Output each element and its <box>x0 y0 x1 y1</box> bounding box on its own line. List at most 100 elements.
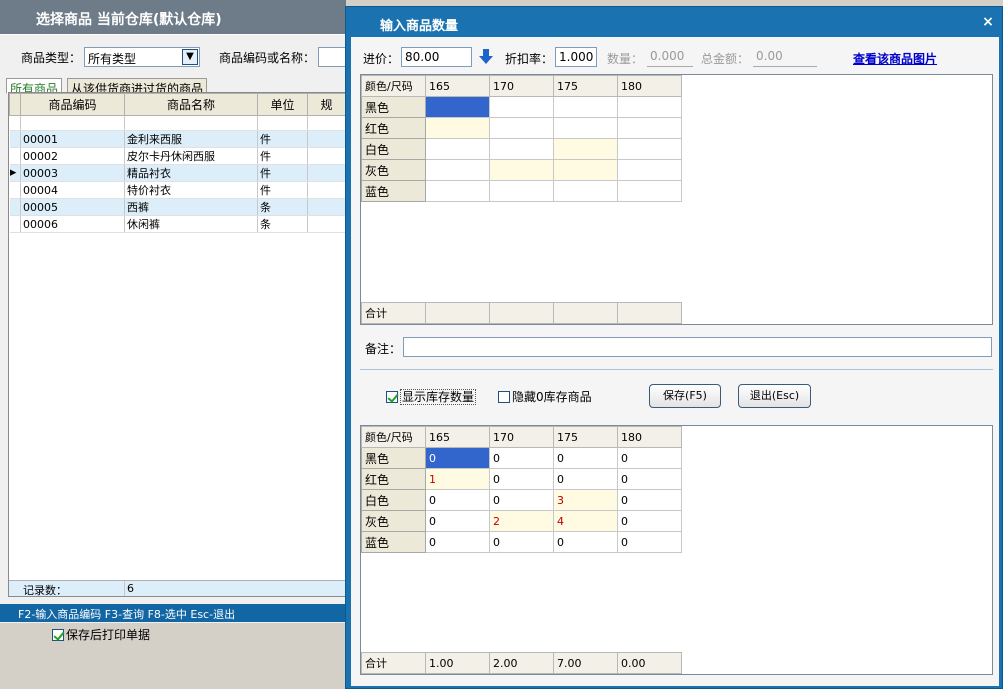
column-header-code[interactable]: 商品编码 <box>20 93 125 116</box>
color-size-header: 颜色/尺码 <box>361 426 426 448</box>
stock-cell[interactable]: 0 <box>489 468 554 490</box>
qty-cell[interactable] <box>425 159 490 181</box>
stock-cell[interactable]: 0 <box>425 489 490 511</box>
cell-unit: 件 <box>257 181 308 199</box>
size-header: 175 <box>553 75 618 97</box>
stock-cell[interactable]: 0 <box>425 447 490 469</box>
qty-cell[interactable] <box>425 117 490 139</box>
checkbox-checked-icon[interactable] <box>52 629 64 641</box>
table-row[interactable]: ▶ 00003 精品衬衣件 <box>9 164 346 182</box>
current-row-indicator-icon: ▶ <box>9 164 21 182</box>
exit-button[interactable]: 退出(Esc) <box>738 384 811 408</box>
stock-cell[interactable]: 4 <box>553 510 618 532</box>
stock-cell[interactable]: 0 <box>553 531 618 553</box>
size-header: 180 <box>617 426 682 448</box>
qty-cell[interactable] <box>489 180 554 202</box>
close-icon[interactable]: × <box>980 14 996 30</box>
cell-unit: 件 <box>257 164 308 182</box>
table-row[interactable]: 00006 休闲裤条 <box>9 215 346 233</box>
arrow-down-icon[interactable] <box>479 49 493 65</box>
qty-cell[interactable] <box>489 159 554 181</box>
qty-cell[interactable] <box>489 138 554 160</box>
record-divider <box>124 581 125 596</box>
qty-cell[interactable] <box>553 159 618 181</box>
column-header-name[interactable]: 商品名称 <box>124 93 258 116</box>
stock-cell[interactable]: 0 <box>553 447 618 469</box>
table-row[interactable]: 00004 特价衬衣件 <box>9 181 346 199</box>
column-header-spec[interactable]: 规 <box>307 93 346 116</box>
stock-cell[interactable]: 2 <box>489 510 554 532</box>
qty-cell[interactable] <box>617 138 682 160</box>
cell-unit: 条 <box>257 198 308 216</box>
filter-row[interactable] <box>9 115 346 131</box>
stock-cell[interactable]: 0 <box>617 489 682 511</box>
stock-cell[interactable]: 0 <box>617 531 682 553</box>
show-stock-checkbox[interactable]: 显示库存数量 <box>386 388 477 405</box>
note-input[interactable] <box>403 337 992 357</box>
cell-code: 00006 <box>20 215 125 233</box>
total-label: 合计 <box>361 302 426 324</box>
stock-cell[interactable]: 0 <box>617 510 682 532</box>
price-input[interactable]: 80.00 <box>401 47 472 67</box>
color-row-label: 黑色 <box>361 96 426 118</box>
size-header: 170 <box>489 75 554 97</box>
qty-cell[interactable] <box>489 96 554 118</box>
qty-cell[interactable] <box>489 117 554 139</box>
qty-cell[interactable] <box>553 138 618 160</box>
stock-cell[interactable]: 0 <box>617 468 682 490</box>
stock-cell[interactable]: 3 <box>553 489 618 511</box>
code-or-name-input[interactable] <box>318 47 346 67</box>
qty-cell[interactable] <box>425 96 490 118</box>
column-header-unit[interactable]: 单位 <box>257 93 308 116</box>
stock-cell[interactable]: 0 <box>489 531 554 553</box>
cell-code: 00003 <box>20 164 125 182</box>
cell-unit: 条 <box>257 215 308 233</box>
stock-grid-header: 颜色/尺码 165 170 175 180 <box>361 426 682 448</box>
window-title: 选择商品 当前仓库(默认仓库) <box>0 0 346 34</box>
qty-cell[interactable] <box>617 180 682 202</box>
size-header: 180 <box>617 75 682 97</box>
chevron-down-icon[interactable]: ▼ <box>182 49 198 65</box>
qty-cell[interactable] <box>617 117 682 139</box>
category-select[interactable]: 所有类型 ▼ <box>84 47 200 67</box>
stock-cell[interactable]: 0 <box>617 447 682 469</box>
category-label: 商品类型： <box>21 51 82 65</box>
stock-cell[interactable]: 0 <box>425 510 490 532</box>
qty-cell[interactable] <box>553 117 618 139</box>
table-row[interactable]: 00001 金利来西服件 <box>9 130 346 148</box>
view-product-image-link[interactable]: 查看该商品图片 <box>853 50 937 67</box>
stock-cell[interactable]: 0 <box>553 468 618 490</box>
qty-cell[interactable] <box>617 159 682 181</box>
stock-cell[interactable]: 1 <box>425 468 490 490</box>
checkbox-unchecked-icon[interactable] <box>498 391 510 403</box>
qty-cell[interactable] <box>617 96 682 118</box>
save-button[interactable]: 保存(F5) <box>649 384 721 408</box>
entry-row: 黑色 <box>361 96 682 118</box>
qty-cell[interactable] <box>553 180 618 202</box>
qty-cell[interactable] <box>425 138 490 160</box>
entry-row: 白色 <box>361 138 682 160</box>
print-after-save-checkbox[interactable]: 保存后打印单据 <box>52 626 150 643</box>
quantity-field: 0.000 <box>647 47 693 67</box>
qty-cell[interactable] <box>553 96 618 118</box>
discount-input[interactable]: 1.000 <box>555 47 597 67</box>
divider <box>360 369 993 370</box>
table-row[interactable]: 00005 西裤条 <box>9 198 346 216</box>
hide-zero-stock-checkbox[interactable]: 隐藏0库存商品 <box>498 388 592 405</box>
cell-code: 00001 <box>20 130 125 148</box>
stock-cell[interactable]: 0 <box>425 531 490 553</box>
table-row[interactable]: 00002 皮尔卡丹休闲西服件 <box>9 147 346 165</box>
stock-cell[interactable]: 0 <box>489 447 554 469</box>
stock-row: 蓝色 0 0 0 0 <box>361 531 682 553</box>
discount-label: 折扣率： <box>505 52 554 66</box>
stock-total-row: 合计 1.00 2.00 7.00 0.00 <box>361 652 682 674</box>
cell-name: 西裤 <box>124 198 258 216</box>
qty-cell[interactable] <box>425 180 490 202</box>
record-count-label: 记录数： <box>23 584 67 597</box>
cell-code: 00002 <box>20 147 125 165</box>
entry-row: 红色 <box>361 117 682 139</box>
stock-cell[interactable]: 0 <box>489 489 554 511</box>
color-row-label: 灰色 <box>361 510 426 532</box>
status-bar: F2-输入商品编码 F3-查询 F8-选中 Esc-退出 <box>0 604 346 622</box>
checkbox-checked-icon[interactable] <box>386 391 398 403</box>
